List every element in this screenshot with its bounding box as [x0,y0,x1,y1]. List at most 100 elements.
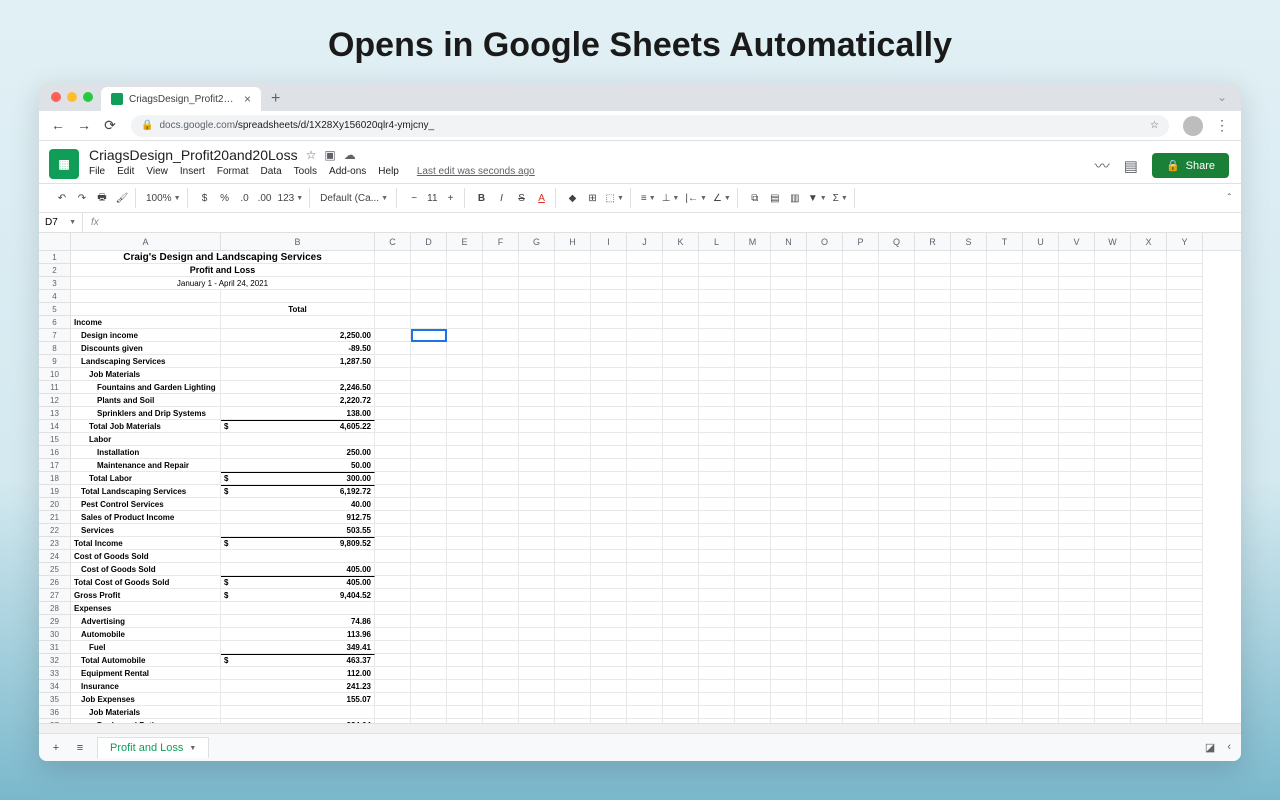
cell[interactable] [1059,472,1095,485]
cell[interactable] [807,667,843,680]
cell[interactable] [1167,264,1203,277]
cell[interactable] [375,550,411,563]
cell[interactable] [411,277,447,290]
cell[interactable] [591,381,627,394]
cell[interactable] [1167,394,1203,407]
cell[interactable] [1059,407,1095,420]
cell[interactable] [951,550,987,563]
cell[interactable]: $9,404.52 [221,589,375,602]
cell[interactable] [519,602,555,615]
cell[interactable] [1131,329,1167,342]
cell[interactable] [663,485,699,498]
cell[interactable] [771,290,807,303]
cell[interactable] [807,277,843,290]
cell[interactable] [591,719,627,723]
cell[interactable] [987,316,1023,329]
cell[interactable] [807,316,843,329]
cell[interactable] [1059,576,1095,589]
cell[interactable] [843,680,879,693]
column-header-D[interactable]: D [411,233,447,250]
cell[interactable] [879,355,915,368]
cell[interactable]: 74.86 [221,615,375,628]
cell[interactable] [987,290,1023,303]
cell[interactable] [375,576,411,589]
row-header[interactable]: 37 [39,719,71,723]
cell[interactable] [1131,680,1167,693]
cell[interactable] [915,329,951,342]
cell[interactable] [915,615,951,628]
cell[interactable]: 40.00 [221,498,375,511]
cell[interactable] [951,394,987,407]
cell[interactable] [411,303,447,316]
cell[interactable] [555,290,591,303]
cell[interactable] [627,719,663,723]
cell[interactable] [591,628,627,641]
tab-close-icon[interactable]: × [244,92,251,106]
cell[interactable] [915,654,951,667]
cell[interactable] [699,537,735,550]
cell[interactable] [663,680,699,693]
cell[interactable] [1023,264,1059,277]
cell[interactable] [807,407,843,420]
cell[interactable] [71,290,221,303]
cell[interactable] [1131,550,1167,563]
cell[interactable] [987,511,1023,524]
cell[interactable] [1131,264,1167,277]
cell[interactable] [411,654,447,667]
spreadsheet-grid[interactable]: ABCDEFGHIJKLMNOPQRSTUVWXY 1Craig's Desig… [39,233,1241,723]
row-header[interactable]: 29 [39,615,71,628]
cell[interactable] [879,537,915,550]
cell[interactable] [627,589,663,602]
cell[interactable] [663,251,699,264]
cell[interactable] [735,563,771,576]
side-panel-icon[interactable]: ‹ [1227,741,1231,754]
cell[interactable] [447,433,483,446]
cell[interactable] [1095,277,1131,290]
cell[interactable] [447,459,483,472]
cell[interactable] [771,615,807,628]
cell[interactable] [1131,602,1167,615]
cell[interactable] [879,381,915,394]
cell[interactable] [735,459,771,472]
cell[interactable] [221,316,375,329]
paint-format-icon[interactable]: 🖌 [115,193,129,204]
cell[interactable] [1023,602,1059,615]
row-header[interactable]: 13 [39,407,71,420]
cell[interactable] [879,667,915,680]
cell[interactable] [555,433,591,446]
cell[interactable] [1095,719,1131,723]
cell[interactable] [807,693,843,706]
cell[interactable] [699,576,735,589]
cell[interactable] [987,524,1023,537]
cell[interactable] [951,407,987,420]
cell[interactable] [411,485,447,498]
cell[interactable] [483,667,519,680]
cell[interactable] [663,381,699,394]
cell[interactable] [555,342,591,355]
cell[interactable] [915,641,951,654]
cell[interactable] [771,329,807,342]
column-header-T[interactable]: T [987,233,1023,250]
cell[interactable] [447,576,483,589]
cell[interactable] [591,563,627,576]
cell[interactable] [771,420,807,433]
cell[interactable] [627,446,663,459]
cell[interactable] [915,355,951,368]
cell[interactable] [699,706,735,719]
cell[interactable] [1167,342,1203,355]
cell[interactable]: Design income [71,329,221,342]
strike-icon[interactable]: S [515,193,529,204]
cell[interactable] [1167,706,1203,719]
menu-insert[interactable]: Insert [180,166,205,177]
cell[interactable] [411,511,447,524]
cell[interactable] [375,394,411,407]
cell[interactable] [1131,485,1167,498]
cell[interactable] [1131,693,1167,706]
cell[interactable] [879,420,915,433]
cell[interactable] [1167,550,1203,563]
cell[interactable] [1059,628,1095,641]
cell[interactable] [951,329,987,342]
cell[interactable] [1167,485,1203,498]
star-icon[interactable]: ☆ [306,148,317,162]
cell[interactable] [735,303,771,316]
